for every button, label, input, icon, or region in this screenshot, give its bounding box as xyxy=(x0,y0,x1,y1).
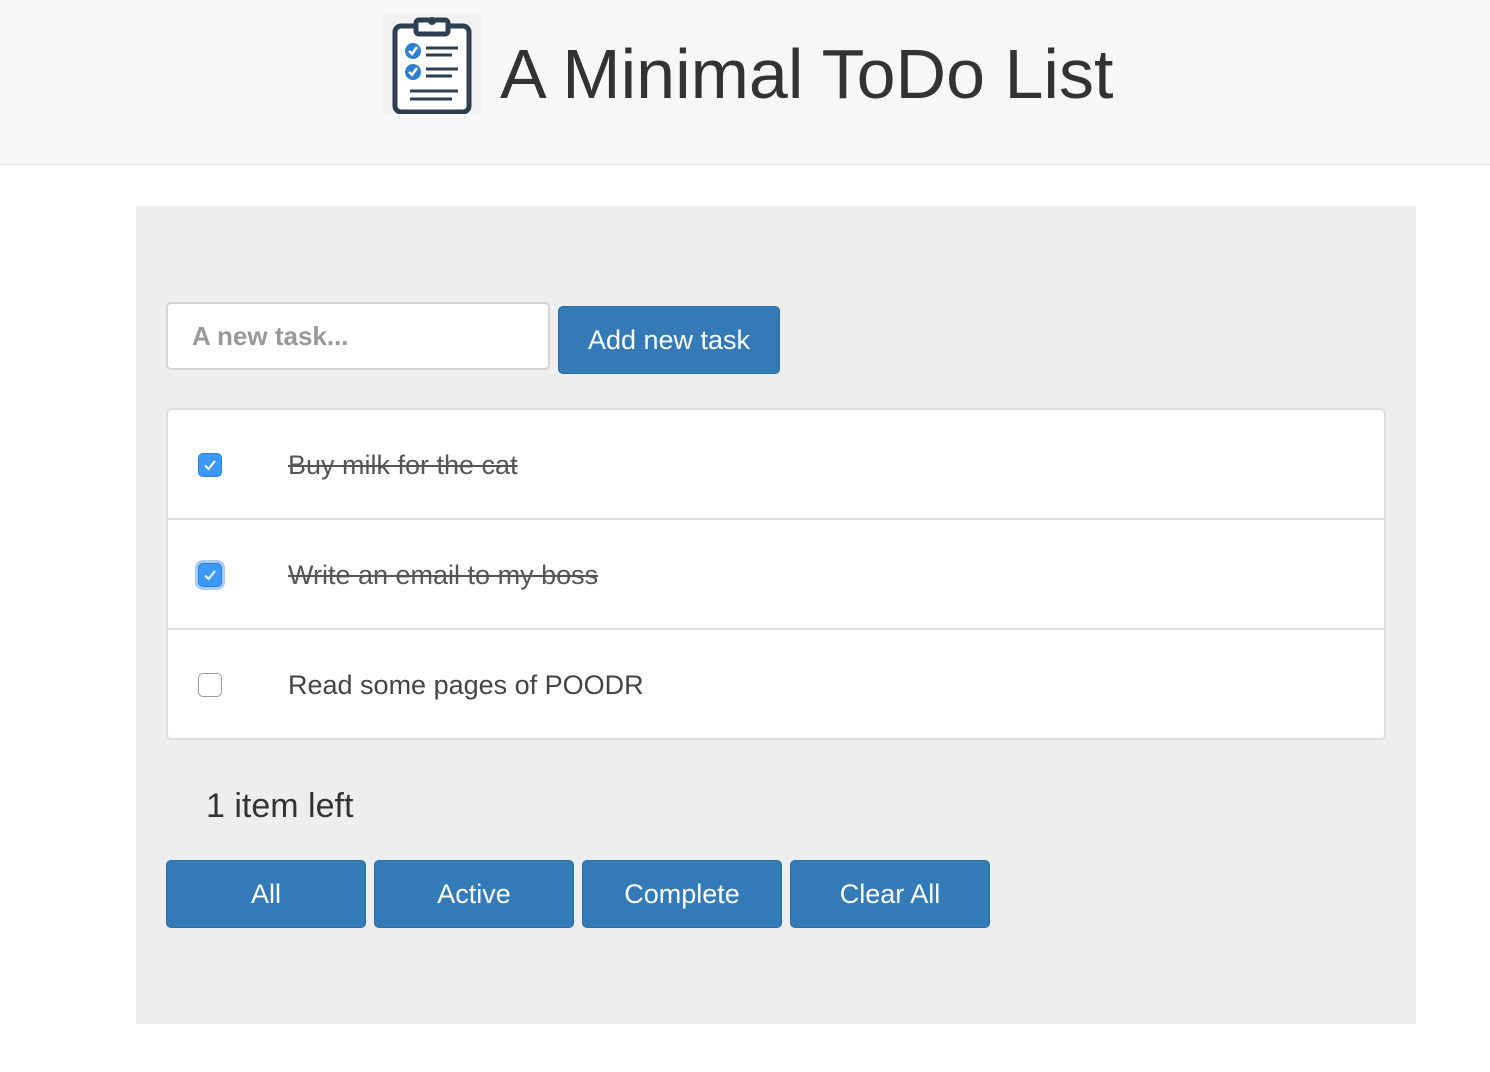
task-item: Read some pages of POODR xyxy=(168,630,1384,738)
add-task-button[interactable]: Add new task xyxy=(558,306,780,374)
new-task-input[interactable] xyxy=(166,302,550,370)
checkmark-icon xyxy=(204,460,216,471)
clipboard-checklist-icon xyxy=(382,14,482,114)
clear-all-button[interactable]: Clear All xyxy=(790,860,990,928)
filter-complete-button[interactable]: Complete xyxy=(582,860,782,928)
task-item: Write an email to my boss xyxy=(168,520,1384,630)
task-checkbox[interactable] xyxy=(198,563,222,587)
task-item: Buy milk for the cat xyxy=(168,410,1384,520)
app-title: A Minimal ToDo List xyxy=(500,35,1114,113)
task-checkbox[interactable] xyxy=(198,453,222,477)
task-text: Buy milk for the cat xyxy=(288,450,518,480)
task-checkbox[interactable] xyxy=(198,673,222,697)
app-header: A Minimal ToDo List xyxy=(0,0,1490,165)
task-text: Write an email to my boss xyxy=(288,560,599,590)
filter-active-button[interactable]: Active xyxy=(374,860,574,928)
items-left-count: 1 item left xyxy=(206,787,354,825)
todo-panel: Add new task Buy milk for the cat Write … xyxy=(136,206,1416,1024)
task-list: Buy milk for the cat Write an email to m… xyxy=(166,408,1386,740)
checkmark-icon xyxy=(204,570,216,581)
task-text: Read some pages of POODR xyxy=(288,670,644,700)
filter-all-button[interactable]: All xyxy=(166,860,366,928)
